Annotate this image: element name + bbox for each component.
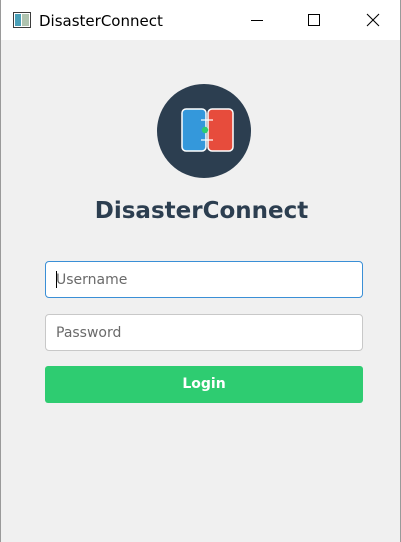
connected-pages-logo-icon [181, 108, 234, 152]
close-button[interactable] [350, 0, 396, 40]
maximize-icon [308, 14, 320, 26]
close-icon [366, 13, 380, 27]
app-window-icon [13, 12, 31, 28]
window-title: DisasterConnect [39, 12, 163, 30]
app-logo [157, 84, 251, 178]
minimize-button[interactable] [234, 0, 280, 40]
login-window: DisasterConnect DisasterConnect Username… [0, 0, 401, 542]
maximize-button[interactable] [291, 0, 337, 40]
password-input[interactable] [45, 314, 363, 351]
text-caret [56, 271, 57, 288]
minimize-icon [251, 20, 263, 21]
username-input[interactable] [45, 261, 363, 298]
title-bar[interactable]: DisasterConnect [1, 0, 400, 40]
app-name-heading: DisasterConnect [94, 198, 309, 224]
login-button[interactable]: Login [45, 366, 363, 403]
